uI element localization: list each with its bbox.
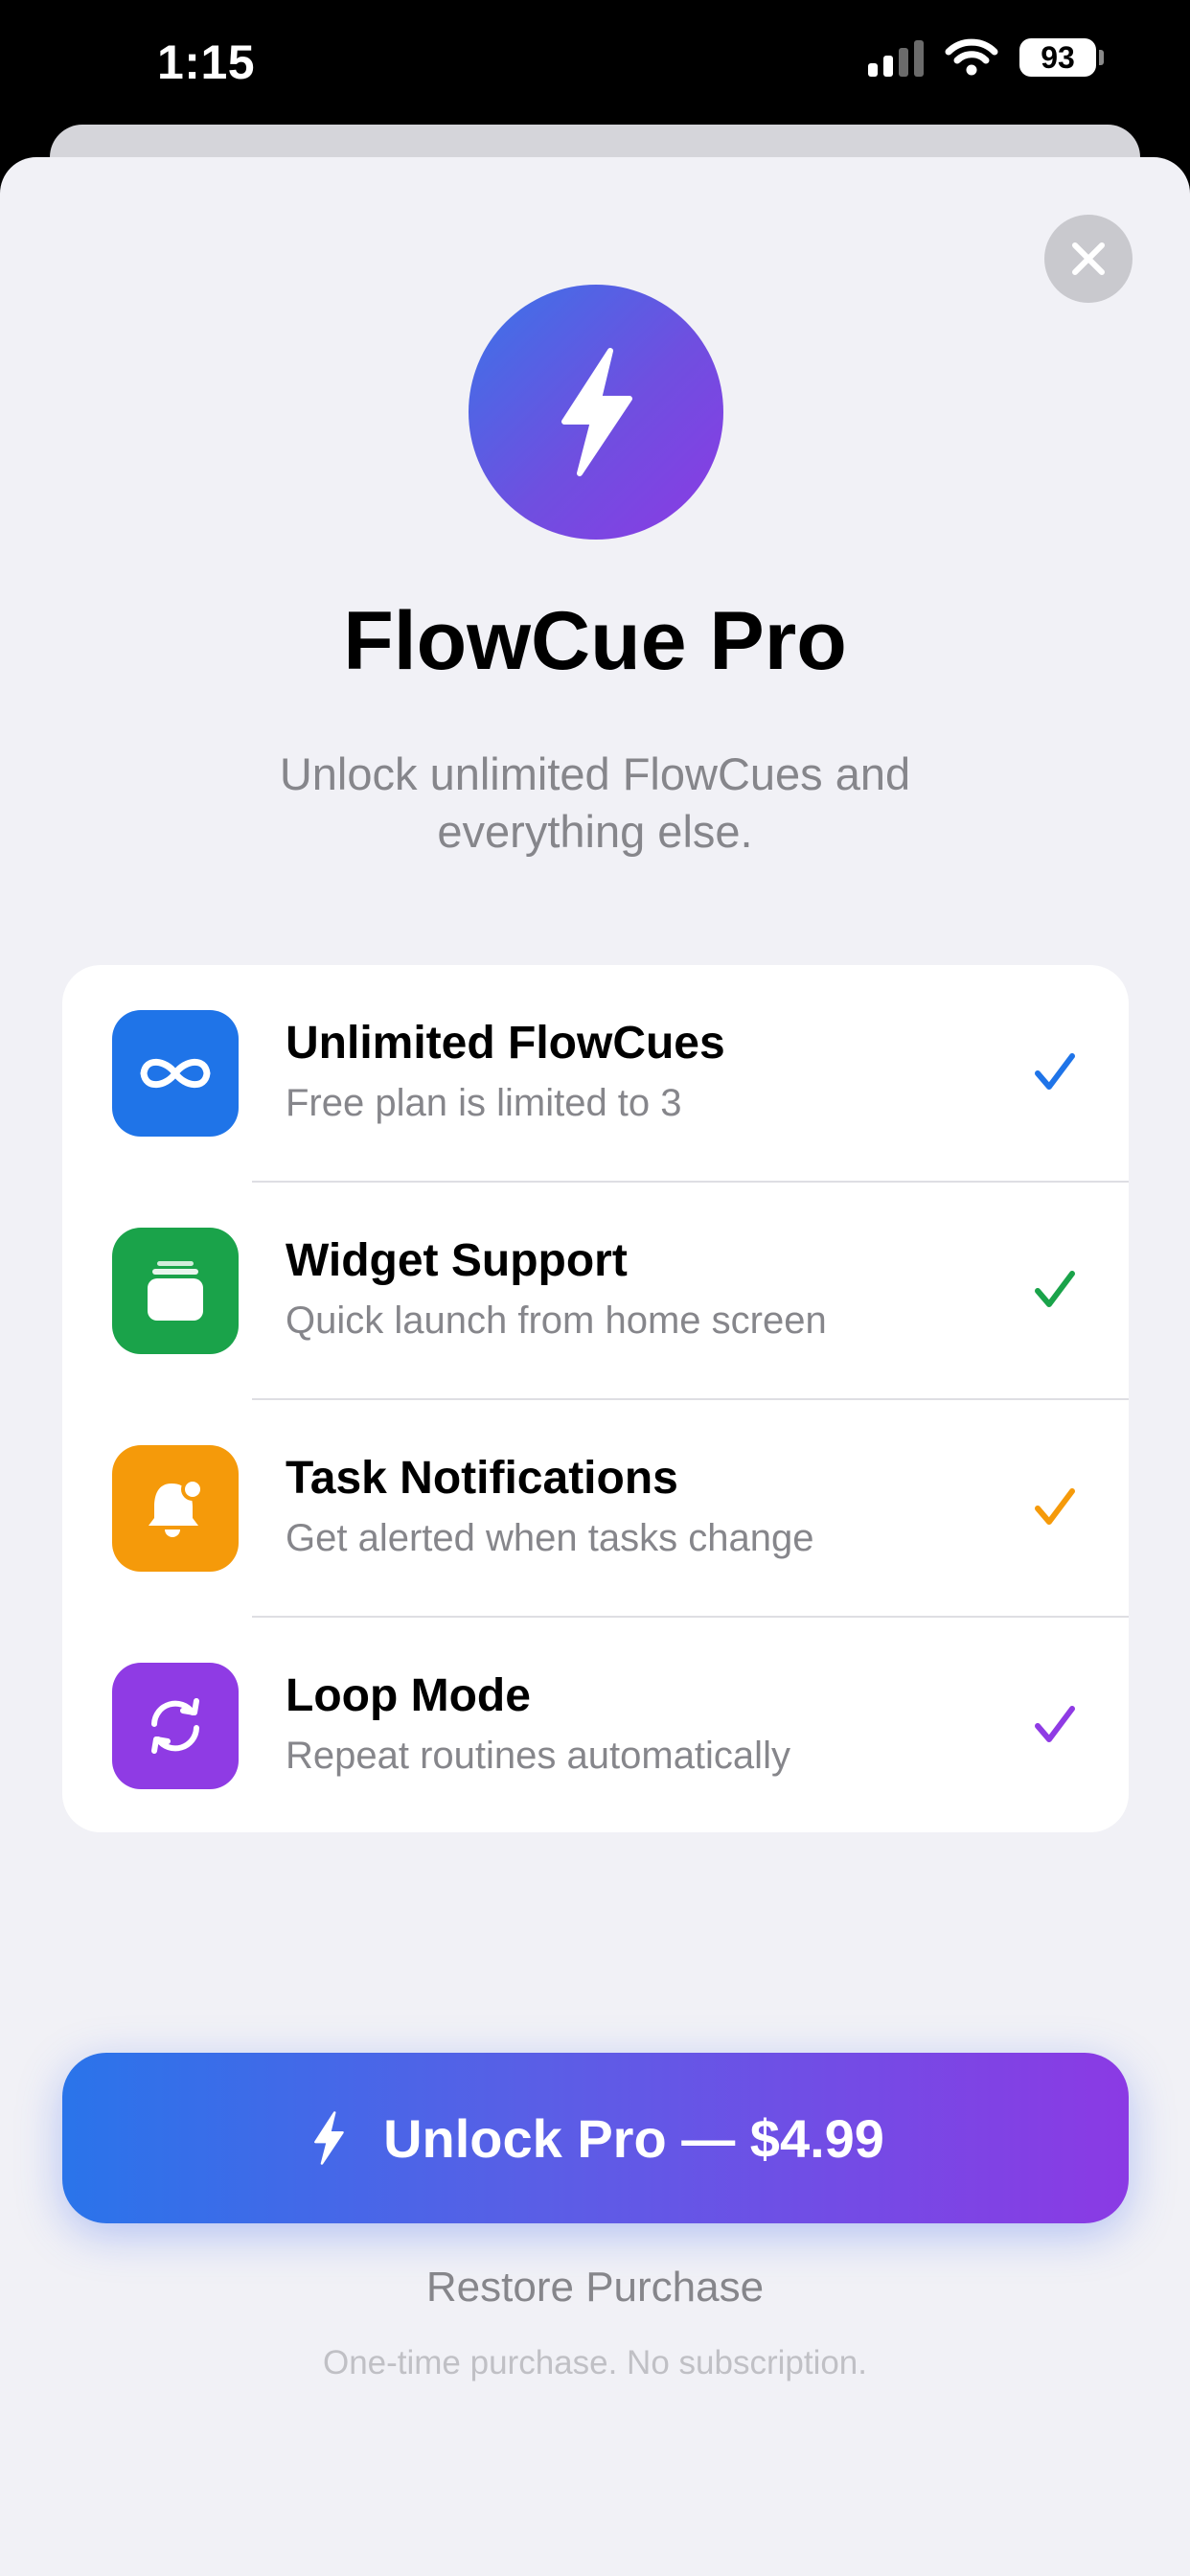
bolt-icon (561, 348, 632, 476)
bolt-icon (314, 2111, 344, 2165)
loop-arrows-icon (112, 1663, 239, 1789)
feature-description: Quick launch from home screen (286, 1300, 827, 1342)
feature-list: Unlimited FlowCues Free plan is limited … (62, 965, 1129, 1832)
checkmark-icon (1035, 1488, 1075, 1525)
feature-task-notifications: Task Notifications Get alerted when task… (62, 1400, 1129, 1617)
feature-loop-mode: Loop Mode Repeat routines automatically (62, 1618, 1129, 1832)
status-indicators: 93 (868, 38, 1104, 77)
unlock-pro-label: Unlock Pro — $4.99 (383, 2107, 884, 2169)
widget-stack-icon (112, 1228, 239, 1354)
checkmark-icon (1035, 1271, 1075, 1307)
battery-level: 93 (1019, 38, 1096, 77)
feature-description: Get alerted when tasks change (286, 1517, 814, 1559)
wifi-icon (945, 38, 998, 76)
feature-unlimited-flowcues: Unlimited FlowCues Free plan is limited … (62, 965, 1129, 1182)
feature-title: Unlimited FlowCues (286, 1018, 725, 1069)
unlock-pro-button[interactable]: Unlock Pro — $4.99 (62, 2053, 1129, 2223)
pro-badge (469, 285, 723, 540)
page-subtitle: Unlock unlimited FlowCues and everything… (279, 748, 911, 857)
feature-title: Loop Mode (286, 1670, 531, 1721)
feature-description: Free plan is limited to 3 (286, 1082, 682, 1124)
purchase-footnote: One-time purchase. No subscription. (322, 2344, 868, 2381)
close-button[interactable] (1044, 215, 1133, 303)
page-title: FlowCue Pro (343, 595, 847, 687)
feature-title: Widget Support (286, 1235, 628, 1286)
status-time: 1:15 (157, 35, 256, 89)
status-bar: 1:15 93 (0, 0, 1190, 125)
checkmark-icon (1035, 1706, 1075, 1742)
bell-badge-icon (112, 1445, 239, 1572)
restore-purchase-link[interactable]: Restore Purchase (0, 2264, 1190, 2312)
checkmark-icon (1035, 1053, 1075, 1090)
infinity-icon (112, 1010, 239, 1137)
feature-description: Repeat routines automatically (286, 1735, 790, 1777)
cellular-signal-icon (868, 38, 924, 77)
battery-icon: 93 (1019, 38, 1104, 77)
feature-widget-support: Widget Support Quick launch from home sc… (62, 1183, 1129, 1399)
feature-title: Task Notifications (286, 1453, 678, 1504)
close-icon (1072, 242, 1105, 275)
